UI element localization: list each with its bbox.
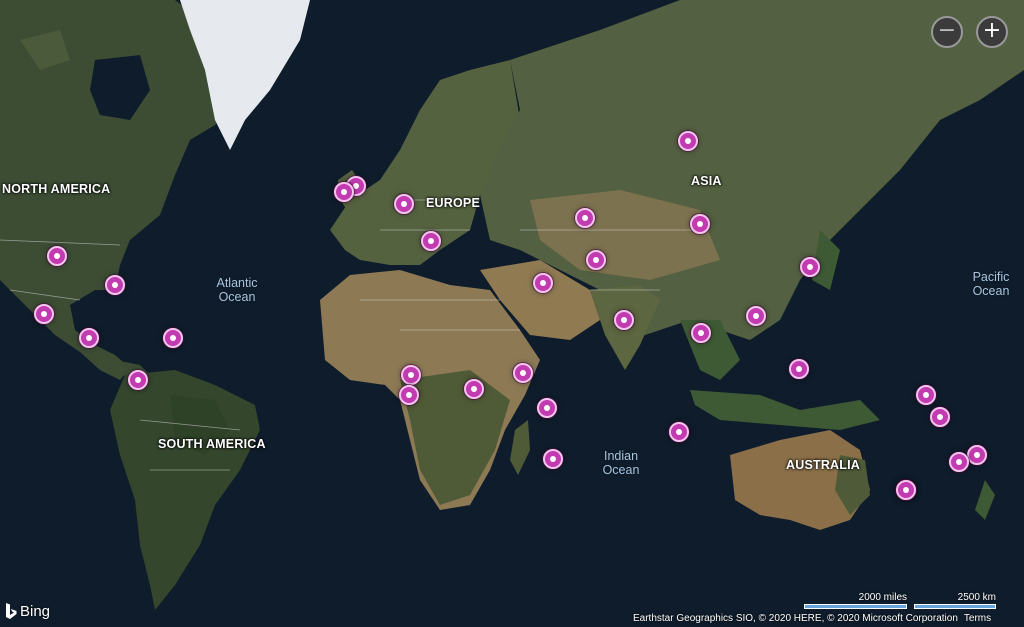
map-pin[interactable] xyxy=(789,359,809,379)
map-pin[interactable] xyxy=(533,273,553,293)
attribution: Earthstar Geographics SIO, © 2020 HERE, … xyxy=(633,613,991,624)
label-atlantic-ocean: Atlantic Ocean xyxy=(216,276,258,304)
map-pin[interactable] xyxy=(513,363,533,383)
map-pin[interactable] xyxy=(746,306,766,326)
bing-icon xyxy=(6,603,17,619)
zoom-in-button[interactable]: + xyxy=(976,16,1008,48)
map-pin[interactable] xyxy=(896,480,916,500)
map-pin[interactable] xyxy=(800,257,820,277)
label-north-america: NORTH AMERICA xyxy=(2,182,111,196)
label-south-america: SOUTH AMERICA xyxy=(158,437,266,451)
map-pin[interactable] xyxy=(916,385,936,405)
map-canvas[interactable]: NORTH AMERICA EUROPE ASIA SOUTH AMERICA … xyxy=(0,0,1024,627)
map-pin[interactable] xyxy=(163,328,183,348)
map-pin[interactable] xyxy=(334,182,354,202)
map-pin[interactable] xyxy=(401,365,421,385)
scale-km: 2500 km xyxy=(914,592,996,609)
map-pin[interactable] xyxy=(79,328,99,348)
map-pin[interactable] xyxy=(614,310,634,330)
map-pin[interactable] xyxy=(105,275,125,295)
scale-km-label: 2500 km xyxy=(957,592,996,603)
map-pin[interactable] xyxy=(128,370,148,390)
map-pin[interactable] xyxy=(690,214,710,234)
zoom-out-button[interactable]: − xyxy=(931,16,963,48)
label-australia: AUSTRALIA xyxy=(786,458,861,472)
bing-logo-text: Bing xyxy=(20,602,51,620)
terms-link[interactable]: Terms xyxy=(964,613,991,624)
label-europe: EUROPE xyxy=(426,196,480,210)
map-pin[interactable] xyxy=(543,449,563,469)
label-indian-ocean: Indian Ocean xyxy=(602,449,640,477)
map-pin[interactable] xyxy=(930,407,950,427)
label-asia: ASIA xyxy=(691,174,722,188)
map-pin[interactable] xyxy=(678,131,698,151)
minus-icon: − xyxy=(937,18,957,43)
map-pin[interactable] xyxy=(34,304,54,324)
label-pacific-ocean: Pacific Ocean xyxy=(972,270,1010,298)
map-pin[interactable] xyxy=(537,398,557,418)
map-pin[interactable] xyxy=(464,379,484,399)
satellite-basemap xyxy=(0,0,1024,627)
map-pin[interactable] xyxy=(967,445,987,465)
map-pin[interactable] xyxy=(949,452,969,472)
map-pin[interactable] xyxy=(669,422,689,442)
plus-icon: + xyxy=(982,18,1002,43)
map-pin[interactable] xyxy=(586,250,606,270)
attribution-text: Earthstar Geographics SIO, © 2020 HERE, … xyxy=(633,613,958,624)
map-pin[interactable] xyxy=(394,194,414,214)
map-pin[interactable] xyxy=(421,231,441,251)
map-pin[interactable] xyxy=(399,385,419,405)
scale-miles: 2000 miles xyxy=(804,592,907,609)
map-pin[interactable] xyxy=(575,208,595,228)
map-pin[interactable] xyxy=(691,323,711,343)
map-pin[interactable] xyxy=(47,246,67,266)
bing-logo: Bing xyxy=(4,602,50,620)
scale-miles-label: 2000 miles xyxy=(858,592,907,603)
